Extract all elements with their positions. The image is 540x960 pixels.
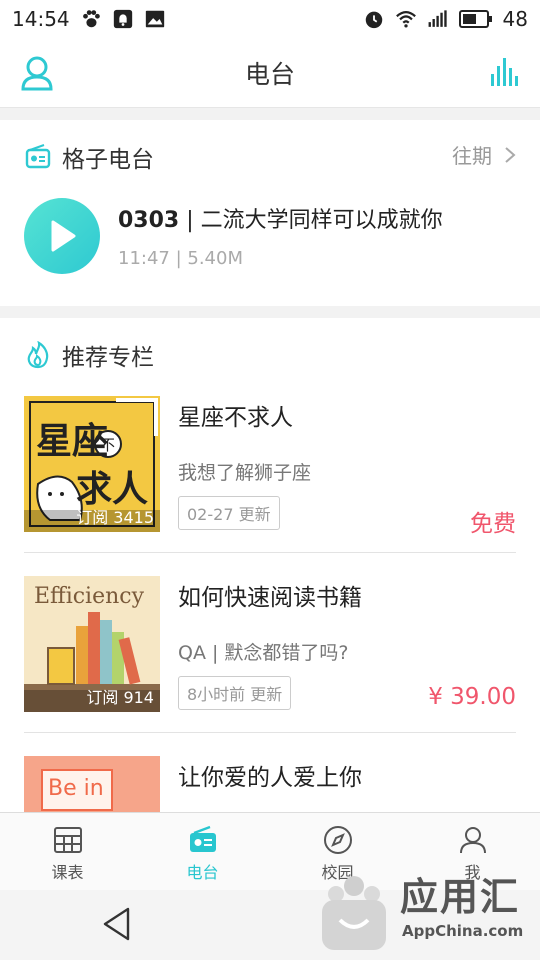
cover-title-line1: 星座 [36, 421, 109, 462]
play-button[interactable] [24, 198, 100, 274]
course-cover: Be in [24, 756, 160, 812]
course-latest: 我想了解狮子座 [178, 462, 312, 484]
paw-icon [82, 10, 100, 28]
course-item[interactable]: Efficiency 订阅 914 如何快速阅读书籍 QA | 默念都错了吗? … [24, 576, 516, 756]
episode-meta: 11:47 | 5.40M [118, 248, 243, 269]
signal-icon [428, 10, 447, 27]
course-name: 让你爱的人爱上你 [178, 765, 362, 791]
past-episodes-link[interactable]: 往期 [452, 140, 516, 169]
tab-label: 电台 [186, 863, 219, 882]
subscriber-count: 订阅 914 [86, 688, 154, 707]
course-name: 星座不求人 [178, 405, 293, 431]
notification-bell-icon [113, 9, 132, 29]
tab-radio[interactable]: 电台 [135, 813, 270, 890]
profile-icon[interactable] [20, 55, 54, 91]
recommended-section: 推荐专栏 星座 不 求人 订阅 3415 星座不求人 我想了解狮子座 02-27… [0, 318, 540, 812]
episode-title[interactable]: 0303 | 二流大学同样可以成就你 [118, 202, 443, 234]
episode-separator: | [179, 208, 201, 233]
radio-section: 格子电台 往期 0303 | 二流大学同样可以成就你 11:47 | 5.40M [0, 120, 540, 306]
timetable-icon [53, 827, 82, 853]
status-bar: 14:54 48 [0, 0, 540, 38]
update-tag: 8小时前 更新 [178, 676, 292, 710]
update-tag: 02-27 更新 [178, 496, 280, 530]
course-cover: Efficiency 订阅 914 [24, 576, 160, 712]
status-time: 14:54 [12, 7, 70, 31]
course-item[interactable]: 星座 不 求人 订阅 3415 星座不求人 我想了解狮子座 02-27 更新 免… [24, 396, 516, 576]
image-icon [145, 10, 164, 28]
course-name: 如何快速阅读书籍 [178, 585, 362, 611]
watermark-subtext: AppChina.com [402, 922, 524, 940]
wifi-icon [395, 11, 416, 28]
divider [24, 552, 516, 553]
course-price: 免费 [470, 511, 516, 537]
battery-level: 48 [502, 7, 528, 31]
flame-icon [27, 341, 49, 369]
appchina-watermark: 应用汇 AppChina.com [318, 860, 538, 956]
radio-icon [25, 144, 51, 169]
radio-icon [189, 825, 216, 852]
equalizer-icon[interactable] [490, 56, 520, 88]
tab-label: 课表 [51, 863, 84, 882]
battery-icon [458, 10, 492, 28]
top-app-bar: 电台 [0, 38, 540, 108]
back-triangle-icon[interactable] [100, 906, 134, 942]
radio-section-title: 格子电台 [62, 147, 154, 173]
watermark-text: 应用汇 [400, 875, 521, 919]
recommended-section-title: 推荐专栏 [62, 345, 154, 371]
play-icon [51, 220, 76, 252]
chevron-right-icon [505, 146, 516, 163]
divider [24, 732, 516, 733]
page-title: 电台 [244, 59, 295, 89]
subscriber-count: 订阅 3415 [76, 508, 154, 527]
course-item[interactable]: Be in 让你爱的人爱上你 [24, 756, 516, 812]
compass-icon [323, 826, 352, 854]
episode-number: 0303 [118, 208, 180, 233]
appchina-logo-icon [322, 876, 386, 950]
course-price: ¥ 39.00 [428, 684, 516, 710]
cover-title-line1: Be in [48, 776, 104, 801]
recommended-section-header: 推荐专栏 [24, 338, 154, 372]
course-cover: 星座 不 求人 订阅 3415 [24, 396, 160, 532]
cover-word: Efficiency [34, 584, 145, 609]
radio-section-header: 格子电台 [24, 140, 154, 174]
cover-badge: 不 [100, 436, 116, 454]
tab-timetable[interactable]: 课表 [0, 813, 135, 890]
alarm-icon [365, 11, 382, 29]
episode-name: 二流大学同样可以成就你 [200, 208, 443, 233]
person-icon [459, 827, 486, 854]
past-episodes-label: 往期 [452, 144, 492, 168]
course-latest: QA | 默念都错了吗? [178, 642, 349, 664]
